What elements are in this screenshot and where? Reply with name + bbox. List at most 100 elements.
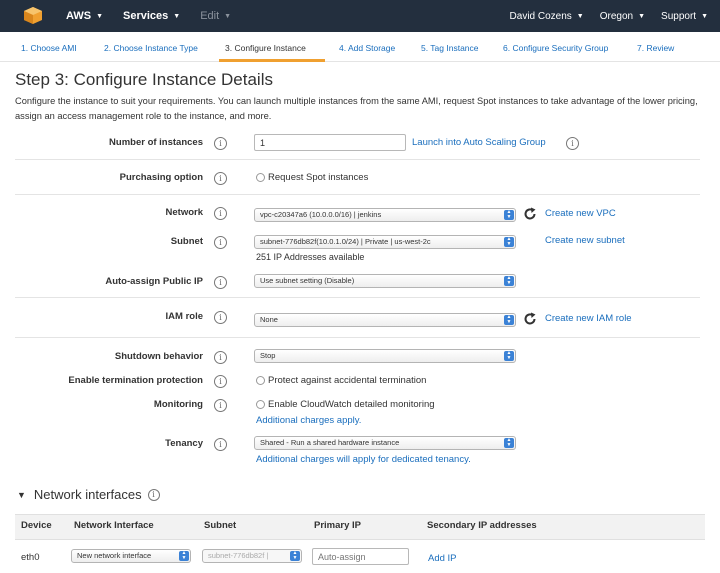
info-icon[interactable]: i: [214, 236, 227, 249]
nav-account-menu[interactable]: David Cozens ▼: [510, 11, 584, 22]
network-interface-select-value: New network interface: [77, 551, 152, 560]
caret-down-icon: ▼: [17, 489, 26, 500]
row-subnet-select[interactable]: subnet-776db82f | ▲ ▼: [202, 549, 302, 563]
nav-region-menu[interactable]: Oregon ▼: [600, 11, 645, 22]
public-ip-label: Auto-assign Public IP: [105, 276, 203, 287]
nav-services-menu[interactable]: Services ▼: [123, 10, 180, 22]
refresh-icon[interactable]: [523, 207, 537, 221]
nav-services-label: Services: [123, 10, 169, 22]
nav-aws-label: AWS: [66, 10, 92, 22]
add-ip-link[interactable]: Add IP: [428, 553, 457, 564]
top-nav-bar: AWS ▼ Services ▼ Edit ▼ David Cozens ▼ Orego…: [0, 0, 720, 32]
monitoring-label: Monitoring: [153, 399, 203, 410]
step-choose-instance-type[interactable]: 2. Choose Instance Type: [104, 43, 198, 53]
divider: [15, 194, 700, 195]
shutdown-select[interactable]: Stop ▲ ▼: [254, 349, 516, 363]
info-icon[interactable]: i: [214, 172, 227, 185]
monitoring-checkbox[interactable]: Enable CloudWatch detailed monitoring: [256, 399, 435, 410]
network-select-value: vpc-c20347a6 (10.0.0.0/16) | jenkins: [260, 210, 382, 219]
info-icon[interactable]: i: [147, 488, 160, 501]
select-arrows-icon: ▲ ▼: [504, 210, 514, 220]
termination-checkbox-label: Protect against accidental termination: [268, 375, 427, 386]
spot-instances-checkbox[interactable]: Request Spot instances: [256, 172, 368, 183]
info-icon[interactable]: i: [214, 351, 227, 364]
create-vpc-link[interactable]: Create new VPC: [545, 208, 616, 219]
nav-left-menu: AWS ▼ Services ▼ Edit ▼: [66, 0, 251, 32]
divider: [15, 337, 700, 338]
info-icon[interactable]: i: [214, 276, 227, 289]
nav-region-label: Oregon: [599, 10, 634, 22]
chevron-down-icon: ▼: [576, 12, 584, 20]
ip-available-note: 251 IP Addresses available: [256, 252, 365, 262]
page-title: Step 3: Configure Instance Details: [15, 70, 273, 89]
chevron-down-icon: ▼: [638, 12, 646, 20]
select-arrows-icon: ▲ ▼: [504, 237, 514, 247]
iam-role-label: IAM role: [165, 311, 203, 322]
subnet-label: Subnet: [170, 236, 203, 247]
network-interfaces-toggle[interactable]: ▼ Network interfaces i: [17, 487, 160, 502]
column-header: Secondary IP addresses: [427, 520, 537, 531]
instances-label: Number of instances: [109, 137, 203, 148]
auto-scaling-link[interactable]: Launch into Auto Scaling Group: [412, 137, 546, 148]
info-icon[interactable]: i: [214, 375, 227, 388]
info-icon[interactable]: i: [214, 207, 227, 220]
refresh-icon[interactable]: [523, 312, 537, 326]
network-interfaces-title: Network interfaces: [33, 487, 142, 502]
aws-cube-icon[interactable]: [24, 7, 42, 24]
info-icon[interactable]: i: [214, 311, 227, 324]
page-description: Configure the instance to suit your requ…: [15, 96, 698, 121]
create-iam-role-link[interactable]: Create new IAM role: [545, 313, 632, 324]
chevron-down-icon: ▼: [96, 12, 103, 20]
nav-aws-menu[interactable]: AWS ▼: [66, 10, 103, 22]
instances-input[interactable]: [254, 134, 406, 151]
nav-account-label: David Cozens: [509, 10, 572, 22]
iam-role-select[interactable]: None ▲ ▼: [254, 313, 516, 327]
active-step-indicator: [219, 59, 325, 62]
tenancy-select[interactable]: Shared - Run a shared hardware instance ▲…: [254, 436, 516, 450]
checkbox-box[interactable]: [256, 376, 265, 385]
step-configure-security-group[interactable]: 6. Configure Security Group: [503, 43, 608, 53]
select-arrows-icon: ▲ ▼: [504, 315, 514, 325]
network-select[interactable]: vpc-c20347a6 (10.0.0.0/16) | jenkins ▲ ▼: [254, 208, 516, 222]
network-label: Network: [165, 207, 203, 218]
termination-label: Enable termination protection: [68, 375, 203, 386]
nav-support-label: Support: [661, 10, 697, 22]
chevron-down-icon: ▼: [701, 12, 708, 20]
divider: [15, 159, 700, 160]
divider: [15, 297, 700, 298]
tenancy-label: Tenancy: [165, 438, 203, 449]
info-icon[interactable]: i: [214, 399, 227, 412]
create-subnet-link[interactable]: Create new subnet: [545, 235, 625, 246]
nav-right-menu: David Cozens ▼ Oregon ▼ Support ▼: [494, 0, 708, 32]
step-add-storage[interactable]: 4. Add Storage: [339, 43, 395, 53]
chevron-down-icon: ▼: [224, 12, 232, 20]
nav-support-menu[interactable]: Support ▼: [661, 11, 708, 22]
column-header: Primary IP: [314, 520, 361, 531]
network-interface-select[interactable]: New network interface ▲ ▼: [71, 549, 191, 563]
checkbox-box[interactable]: [256, 173, 265, 182]
info-icon[interactable]: i: [566, 137, 579, 150]
termination-checkbox[interactable]: Protect against accidental termination: [256, 375, 426, 386]
step-choose-ami[interactable]: 1. Choose AMI: [21, 43, 77, 53]
info-icon[interactable]: i: [214, 438, 227, 451]
step-configure-instance[interactable]: 3. Configure Instance: [225, 43, 306, 53]
select-arrows-icon: ▲ ▼: [504, 351, 514, 361]
subnet-select[interactable]: subnet-776db82f(10.0.1.0/24) | Private |…: [254, 235, 516, 249]
select-arrows-icon: ▲ ▼: [290, 551, 300, 561]
row-subnet-select-value: subnet-776db82f |: [208, 551, 269, 560]
step-review[interactable]: 7. Review: [637, 43, 674, 53]
public-ip-select[interactable]: Use subnet setting (Disable) ▲ ▼: [254, 274, 516, 288]
monitoring-charges-link[interactable]: Additional charges apply.: [256, 415, 361, 426]
step-tag-instance[interactable]: 5. Tag Instance: [421, 43, 479, 53]
nav-edit-menu[interactable]: Edit ▼: [200, 10, 231, 22]
primary-ip-input[interactable]: [312, 548, 409, 565]
tenancy-select-value: Shared - Run a shared hardware instance: [260, 438, 400, 447]
purchasing-label: Purchasing option: [119, 172, 203, 183]
iam-role-select-value: None: [260, 315, 278, 324]
column-header: Subnet: [204, 520, 237, 531]
tenancy-charges-link[interactable]: Additional charges will apply for dedica…: [256, 454, 471, 465]
wizard-steps: 1. Choose AMI 2. Choose Instance Type 3.…: [0, 32, 720, 62]
select-arrows-icon: ▲ ▼: [504, 438, 514, 448]
info-icon[interactable]: i: [214, 137, 227, 150]
checkbox-box[interactable]: [256, 400, 265, 409]
